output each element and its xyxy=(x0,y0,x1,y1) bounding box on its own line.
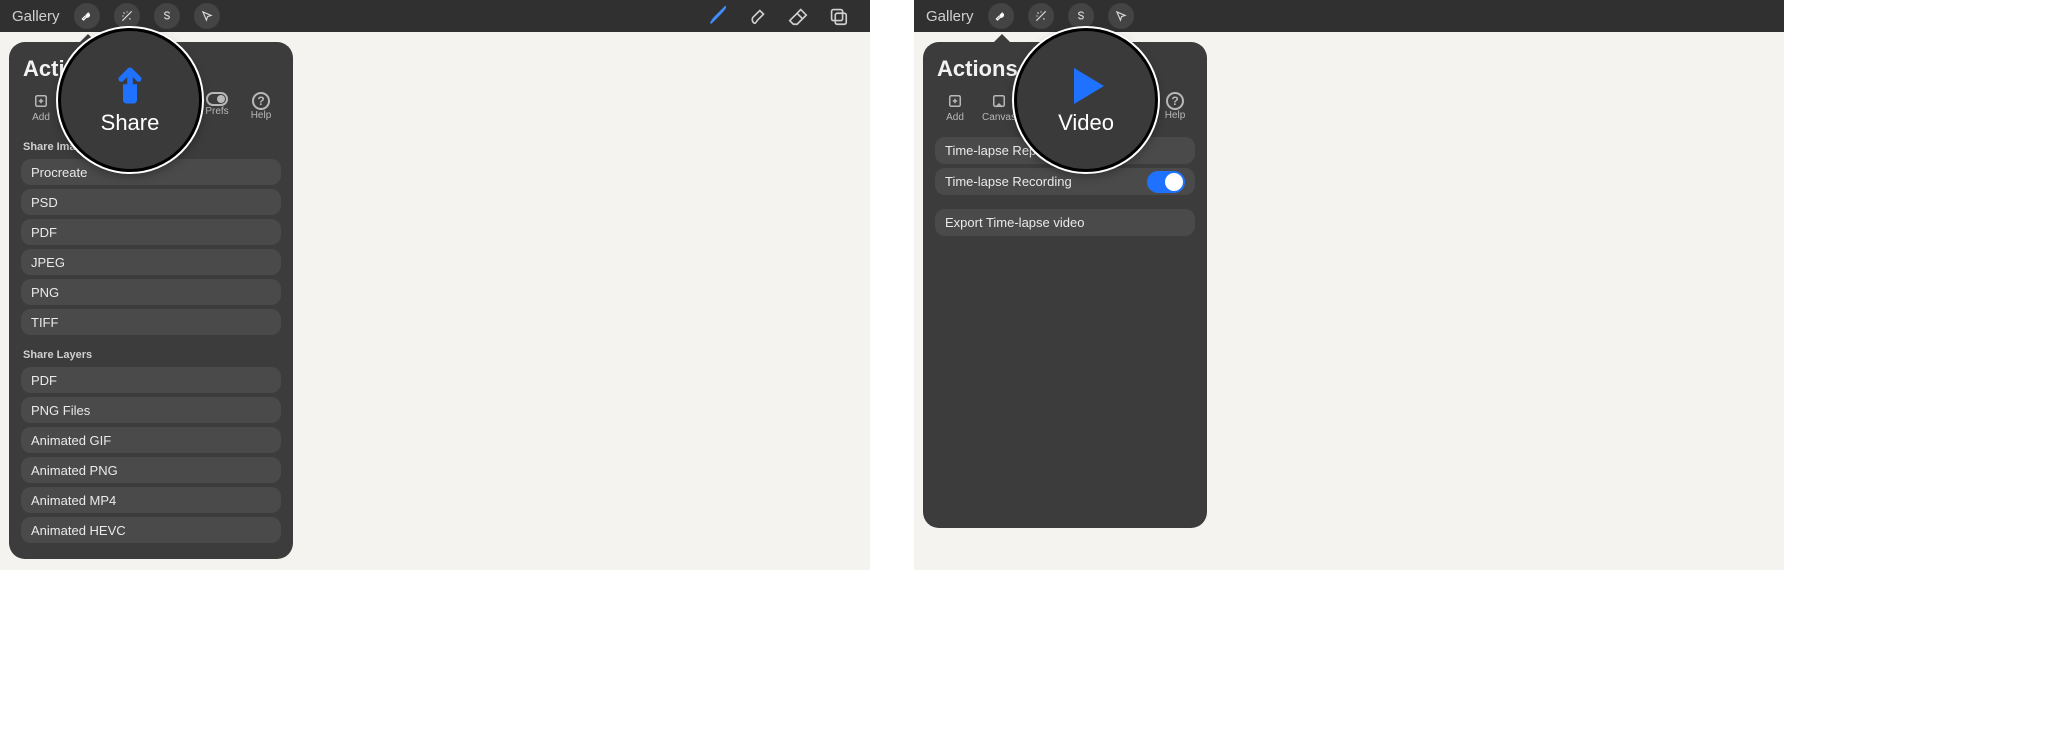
share-icon xyxy=(108,64,152,108)
tab-canvas-label: Canvas xyxy=(982,112,1016,123)
right-tool-cluster xyxy=(698,0,858,32)
prefs-icon xyxy=(206,92,228,106)
video-recording-label: Time-lapse Recording xyxy=(945,174,1072,189)
share-layers-gif[interactable]: Animated GIF xyxy=(21,427,281,453)
callout-video-label: Video xyxy=(1058,110,1114,136)
smudge-icon[interactable] xyxy=(738,0,778,32)
screenshot-right: Gallery Actions Add Canvas xyxy=(914,0,1784,570)
top-toolbar: Gallery xyxy=(914,0,1784,32)
share-item-pdf[interactable]: PDF xyxy=(21,219,281,245)
share-item-jpeg[interactable]: JPEG xyxy=(21,249,281,275)
tab-add[interactable]: Add xyxy=(19,92,63,123)
share-item-psd[interactable]: PSD xyxy=(21,189,281,215)
wrench-icon[interactable] xyxy=(988,3,1014,29)
tab-add-label: Add xyxy=(946,112,964,123)
share-layers-png-files[interactable]: PNG Files xyxy=(21,397,281,423)
share-item-png[interactable]: PNG xyxy=(21,279,281,305)
pane-gap xyxy=(870,0,914,570)
help-icon: ? xyxy=(252,92,270,110)
blank-fill xyxy=(1784,0,2048,745)
screenshot-left: Gallery Ac xyxy=(0,0,870,570)
gallery-link[interactable]: Gallery xyxy=(926,8,974,25)
tab-help-label: Help xyxy=(1165,110,1186,121)
video-recording-row[interactable]: Time-lapse Recording xyxy=(935,168,1195,195)
callout-video: Video xyxy=(1014,28,1158,172)
share-layers-header: Share Layers xyxy=(23,349,279,361)
eraser-icon[interactable] xyxy=(778,0,818,32)
tab-add-label: Add xyxy=(32,112,50,123)
layers-icon[interactable] xyxy=(818,0,858,32)
tab-help[interactable]: ? Help xyxy=(1153,92,1197,123)
tab-add[interactable]: Add xyxy=(933,92,977,123)
video-export[interactable]: Export Time-lapse video xyxy=(935,209,1195,236)
tab-help[interactable]: ? Help xyxy=(239,92,283,123)
brush-icon[interactable] xyxy=(698,0,738,32)
selection-s-icon[interactable] xyxy=(154,3,180,29)
play-icon xyxy=(1064,64,1108,108)
wand-icon[interactable] xyxy=(114,3,140,29)
cursor-icon[interactable] xyxy=(1108,3,1134,29)
tab-help-label: Help xyxy=(251,110,272,121)
cursor-icon[interactable] xyxy=(194,3,220,29)
gallery-link[interactable]: Gallery xyxy=(12,8,60,25)
recording-toggle[interactable] xyxy=(1147,171,1185,193)
share-item-tiff[interactable]: TIFF xyxy=(21,309,281,335)
wand-icon[interactable] xyxy=(1028,3,1054,29)
share-layers-pdf[interactable]: PDF xyxy=(21,367,281,393)
help-icon: ? xyxy=(1166,92,1184,110)
selection-s-icon[interactable] xyxy=(1068,3,1094,29)
share-layers-mp4[interactable]: Animated MP4 xyxy=(21,487,281,513)
share-layers-hevc[interactable]: Animated HEVC xyxy=(21,517,281,543)
tab-prefs-label: Prefs xyxy=(205,106,228,117)
share-layers-animated-png[interactable]: Animated PNG xyxy=(21,457,281,483)
wrench-icon[interactable] xyxy=(74,3,100,29)
callout-share: Share xyxy=(58,28,202,172)
callout-share-label: Share xyxy=(101,110,160,136)
